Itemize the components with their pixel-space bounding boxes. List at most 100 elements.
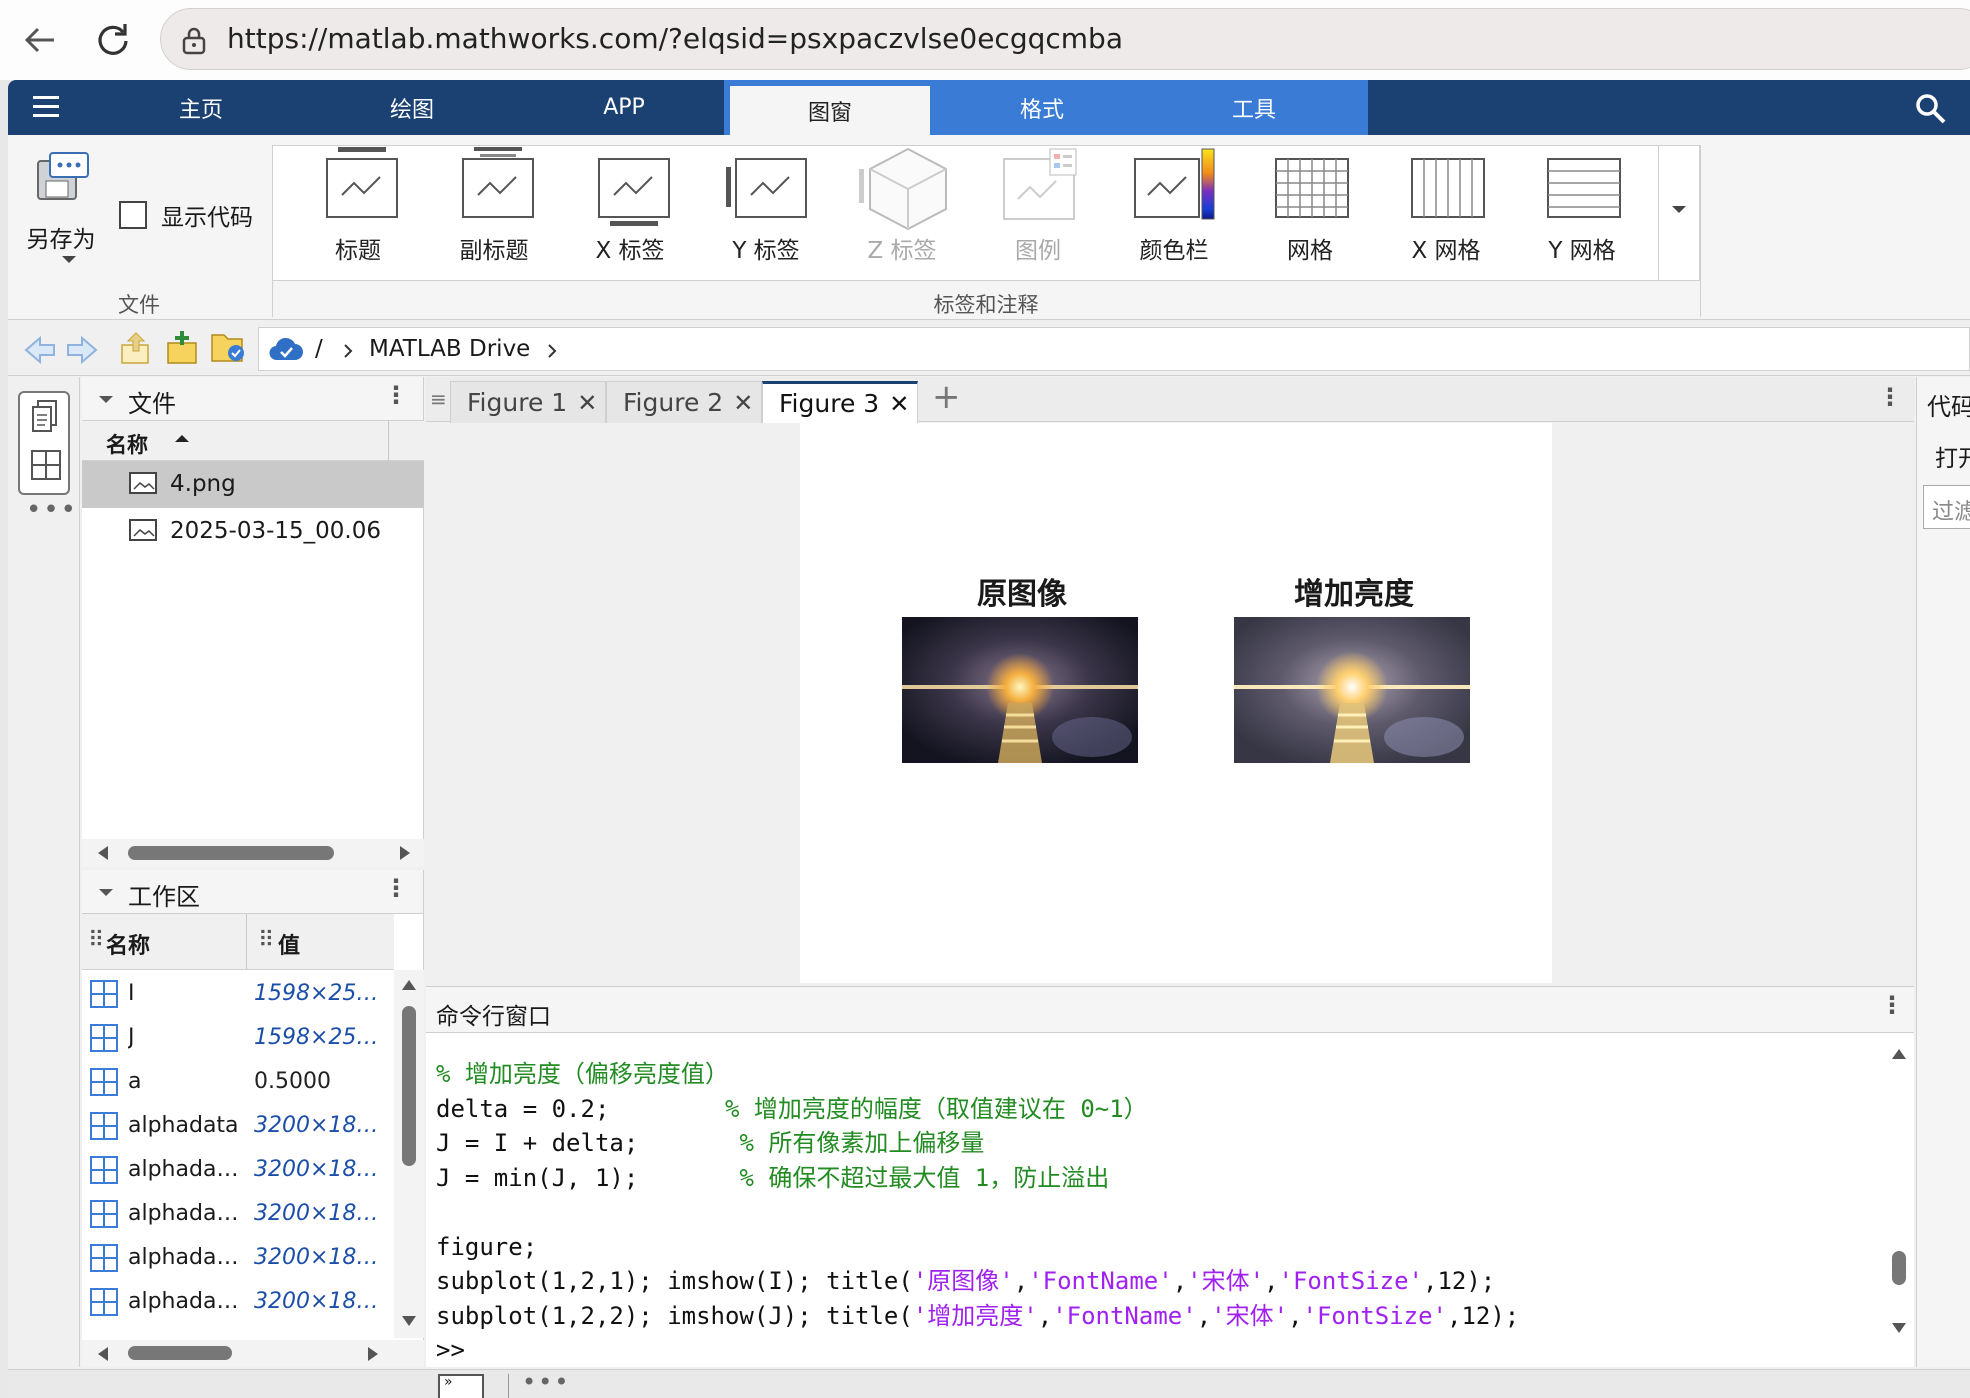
- file-row[interactable]: 2025-03-15_00.06: [82, 508, 424, 555]
- chevron-right-icon[interactable]: [547, 344, 557, 358]
- close-icon[interactable]: ✕: [577, 389, 597, 417]
- vertical-scrollbar[interactable]: [394, 970, 424, 1338]
- workspace-row[interactable]: alphadat... 3200×1800 ..: [82, 1192, 394, 1236]
- vertical-scrollbar[interactable]: [1884, 1033, 1914, 1368]
- scrollbar-thumb[interactable]: [1892, 1251, 1906, 1285]
- scroll-left-icon[interactable]: [96, 845, 110, 861]
- command-window-toggle-icon[interactable]: »: [438, 1374, 484, 1398]
- panel-menu-icon[interactable]: ⋮: [1878, 383, 1902, 411]
- save-as-button[interactable]: 另存为: [16, 151, 106, 276]
- path-segment[interactable]: MATLAB Drive: [369, 336, 530, 362]
- xlabel-tool[interactable]: X 标签: [562, 145, 698, 265]
- group-divider: [1700, 145, 1701, 317]
- workspace-row[interactable]: J 1598×2558...: [82, 1016, 394, 1060]
- zlabel-tool[interactable]: Z 标签: [834, 145, 970, 265]
- back-arrow-icon[interactable]: [24, 335, 56, 365]
- subtitle-tool-label: 副标题: [459, 238, 529, 264]
- title-tool[interactable]: 标题: [290, 145, 426, 265]
- file-row-selected[interactable]: 4.png: [82, 461, 424, 508]
- scroll-down-icon[interactable]: [401, 1314, 417, 1328]
- drag-handle-icon[interactable]: ⠿: [258, 928, 274, 953]
- workspace-row[interactable]: a 0.5000: [82, 1060, 394, 1104]
- collapse-icon[interactable]: [98, 888, 114, 898]
- panel-menu-icon[interactable]: ⋮: [384, 381, 408, 409]
- command-prompt[interactable]: >>: [436, 1336, 465, 1364]
- subtitle-chart-icon: [462, 147, 534, 218]
- address-bar[interactable]: https://matlab.mathworks.com/?elqsid=psx…: [160, 8, 1970, 70]
- close-icon[interactable]: ✕: [733, 389, 753, 417]
- path-root-separator[interactable]: /: [315, 336, 323, 362]
- reload-icon[interactable]: [92, 20, 132, 60]
- legend-tool[interactable]: 图例: [970, 145, 1106, 265]
- more-options-icon[interactable]: •••: [522, 1368, 570, 1396]
- tab-format[interactable]: 格式: [942, 80, 1142, 135]
- ribbon-panel: 另存为 显示代码 文件 标题 副标题 X 标签 Y 标签 Z 标签 图例 颜色栏…: [8, 135, 1970, 320]
- forward-arrow-icon[interactable]: [66, 335, 98, 365]
- close-icon[interactable]: ✕: [889, 390, 909, 418]
- value-column-header[interactable]: 值: [278, 928, 300, 960]
- horizontal-scrollbar[interactable]: [82, 839, 424, 867]
- scrollbar-thumb[interactable]: [128, 1346, 232, 1360]
- filter-input[interactable]: 过滤: [1923, 485, 1970, 529]
- show-code-checkbox[interactable]: [119, 201, 147, 229]
- workspace-row[interactable]: alphadat... 3200×1800 ..: [82, 1236, 394, 1280]
- subtitle-tool[interactable]: 副标题: [426, 145, 562, 265]
- gallery-expand-button[interactable]: [1658, 145, 1700, 281]
- back-arrow-icon[interactable]: [22, 22, 58, 58]
- hamburger-menu-icon[interactable]: [33, 95, 61, 119]
- open-link[interactable]: 打开: [1935, 439, 1970, 473]
- ygrid-tool[interactable]: Y 网格: [1514, 145, 1650, 265]
- panel-switcher: [18, 391, 70, 495]
- scroll-up-icon[interactable]: [1891, 1047, 1907, 1061]
- scroll-down-icon[interactable]: [1891, 1321, 1907, 1335]
- workspace-panel-icon[interactable]: [30, 449, 62, 481]
- search-icon[interactable]: [1914, 92, 1948, 126]
- files-panel-icon[interactable]: [30, 399, 60, 435]
- name-column-header[interactable]: 名称: [106, 928, 150, 960]
- left-sidebar-rail: •••: [8, 377, 80, 1367]
- colorbar-tool[interactable]: 颜色栏: [1106, 145, 1242, 265]
- panel-menu-icon[interactable]: ⋮: [384, 874, 408, 902]
- command-window[interactable]: 命令行窗口 ⋮ % 增加亮度（偏移亮度值） delta = 0.2; % 增加亮…: [426, 986, 1914, 1367]
- add-tab-icon[interactable]: +: [932, 377, 961, 417]
- scroll-left-icon[interactable]: [96, 1346, 110, 1362]
- scrollbar-thumb[interactable]: [128, 846, 334, 860]
- scroll-right-icon[interactable]: [398, 845, 412, 861]
- tab-apps[interactable]: APP: [518, 80, 730, 135]
- tab-figure-3[interactable]: Figure 3 ✕: [762, 381, 918, 423]
- scrollbar-thumb[interactable]: [402, 1006, 416, 1166]
- workspace-row[interactable]: alphadata 3200×1800 ..: [82, 1104, 394, 1148]
- figure-canvas[interactable]: 原图像 增加亮度: [800, 423, 1552, 983]
- ylabel-tool[interactable]: Y 标签: [698, 145, 834, 265]
- up-folder-icon[interactable]: [120, 331, 152, 365]
- tab-home[interactable]: 主页: [96, 80, 306, 135]
- collapse-icon[interactable]: [98, 395, 114, 405]
- horizontal-scrollbar[interactable]: [82, 1340, 424, 1367]
- panel-menu-icon[interactable]: ⋮: [1880, 991, 1904, 1019]
- colorbar-tool-label: 颜色栏: [1139, 238, 1209, 264]
- tab-figure-2[interactable]: Figure 2 ✕: [606, 381, 762, 423]
- path-breadcrumb[interactable]: / MATLAB Drive: [258, 327, 1970, 371]
- tab-list-icon[interactable]: ≡: [430, 387, 447, 411]
- scroll-right-icon[interactable]: [366, 1346, 380, 1362]
- cloud-drive-icon: [269, 337, 303, 361]
- workspace-row[interactable]: alphadat... 3200×1800 ..: [82, 1148, 394, 1192]
- drag-handle-icon[interactable]: ⠿: [88, 928, 104, 953]
- tab-figure-1[interactable]: Figure 1 ✕: [450, 381, 606, 423]
- workspace-row[interactable]: alphadat... 3200×1800 ..: [82, 1280, 394, 1324]
- lock-icon[interactable]: [179, 25, 209, 55]
- new-folder-icon[interactable]: [166, 329, 200, 365]
- annotation-group-label: 标签和注释: [933, 293, 1039, 317]
- workspace-row[interactable]: I 1598×2558...: [82, 972, 394, 1016]
- tab-figure[interactable]: 图窗: [730, 86, 930, 135]
- xgrid-tool[interactable]: X 网格: [1378, 145, 1514, 265]
- tab-plots[interactable]: 绘图: [306, 80, 518, 135]
- name-column-header[interactable]: 名称: [106, 429, 148, 459]
- legend-tool-label: 图例: [1015, 238, 1061, 264]
- scroll-up-icon[interactable]: [401, 978, 417, 992]
- tab-tools[interactable]: 工具: [1154, 80, 1354, 135]
- browse-folder-icon[interactable]: [210, 331, 248, 365]
- more-options-icon[interactable]: •••: [26, 495, 78, 525]
- file-group-label: 文件: [118, 293, 160, 317]
- grid-tool[interactable]: 网格: [1242, 145, 1378, 265]
